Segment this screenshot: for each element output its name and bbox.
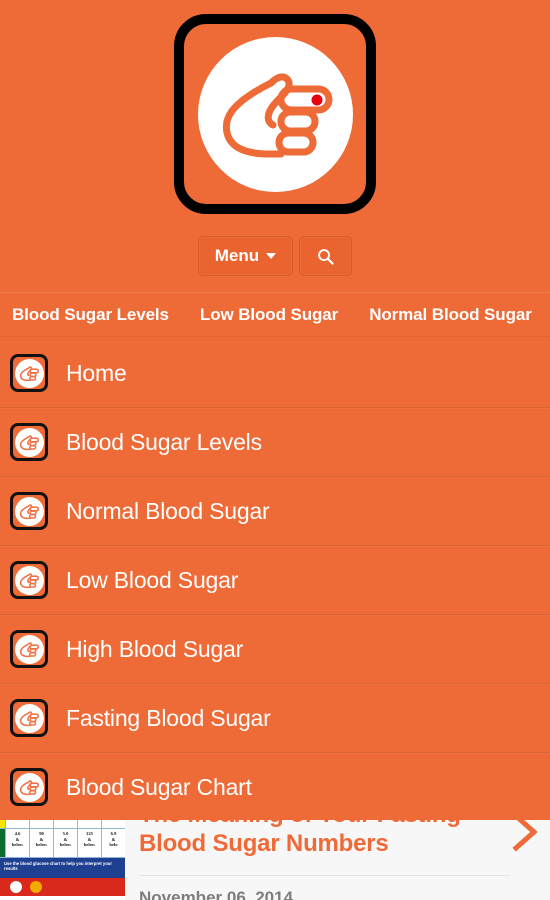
topnav-item-low-blood-sugar[interactable]: Low Blood Sugar — [200, 305, 338, 325]
chart-cell: 90 & below — [29, 829, 53, 857]
pointing-hand-icon — [10, 423, 48, 461]
chart-footer-band — [0, 878, 125, 896]
menu-item-label: Low Blood Sugar — [66, 566, 239, 593]
menu-item-blood-sugar-chart[interactable]: Blood Sugar Chart — [0, 753, 550, 820]
chart-cell: 6.9 & belo — [101, 829, 125, 857]
chart-banner-text: Use the blood glucose chart to help you … — [0, 858, 125, 878]
menu-item-label: Blood Sugar Chart — [66, 773, 252, 800]
menu-item-home[interactable]: Home — [0, 339, 550, 408]
menu-button[interactable]: Menu — [197, 236, 294, 276]
pointing-hand-icon — [10, 630, 48, 668]
pointing-hand-logo-icon — [222, 73, 333, 158]
search-button[interactable] — [299, 236, 353, 276]
logo-frame — [174, 14, 376, 214]
topnav-item-blood-sugar-levels[interactable]: Blood Sugar Levels — [12, 305, 169, 325]
menu-item-label: Fasting Blood Sugar — [66, 704, 271, 731]
menu-item-blood-sugar-levels[interactable]: Blood Sugar Levels — [0, 408, 550, 477]
mobile-menu-overlay: Menu Blood Sugar Levels Low Blood Sugar … — [0, 0, 550, 820]
chart-cell: 4.6 & below — [5, 829, 29, 857]
pointing-hand-icon — [10, 561, 48, 599]
chart-cell: 5.0 & below — [53, 829, 77, 857]
caret-down-icon — [266, 253, 277, 259]
topnav-item-normal-blood-sugar[interactable]: Normal Blood Sugar — [369, 305, 532, 325]
article-date: November 06, 2014 — [139, 874, 510, 900]
pointing-hand-icon — [10, 699, 48, 737]
menu-item-label: Normal Blood Sugar — [66, 497, 270, 524]
menu-item-fasting-blood-sugar[interactable]: Fasting Blood Sugar — [0, 684, 550, 753]
menu-item-high-blood-sugar[interactable]: High Blood Sugar — [0, 615, 550, 684]
menu-item-label: Home — [66, 359, 127, 386]
menu-button-label: Menu — [214, 246, 260, 265]
logo-circle — [197, 36, 353, 192]
menu-item-label: Blood Sugar Levels — [66, 428, 262, 455]
page-root: 4.61 to 5.69 91 to 99 5.01 to 5.55 126 t… — [0, 0, 550, 900]
menu-item-label: High Blood Sugar — [66, 635, 244, 662]
site-logo[interactable] — [174, 14, 376, 214]
menu-list: Home Blood Sugar Levels Normal Blood Sug… — [0, 339, 550, 820]
menu-item-low-blood-sugar[interactable]: Low Blood Sugar — [0, 546, 550, 615]
pointing-hand-icon — [10, 768, 48, 806]
top-navigation: Blood Sugar Levels Low Blood Sugar Norma… — [0, 292, 550, 337]
chart-cell: 125 & below — [77, 829, 101, 857]
chart-footer-logo-icon — [10, 881, 22, 893]
pointing-hand-icon — [10, 492, 48, 530]
pointing-hand-icon — [10, 354, 48, 392]
chart-footer-logo-secondary-icon — [30, 881, 42, 893]
header-button-row: Menu — [0, 236, 550, 276]
menu-item-normal-blood-sugar[interactable]: Normal Blood Sugar — [0, 477, 550, 546]
blood-drop-icon — [311, 94, 323, 106]
chart-row: 4.6 & below 90 & below 5.0 & below 125 &… — [0, 829, 125, 858]
search-icon — [318, 248, 334, 265]
